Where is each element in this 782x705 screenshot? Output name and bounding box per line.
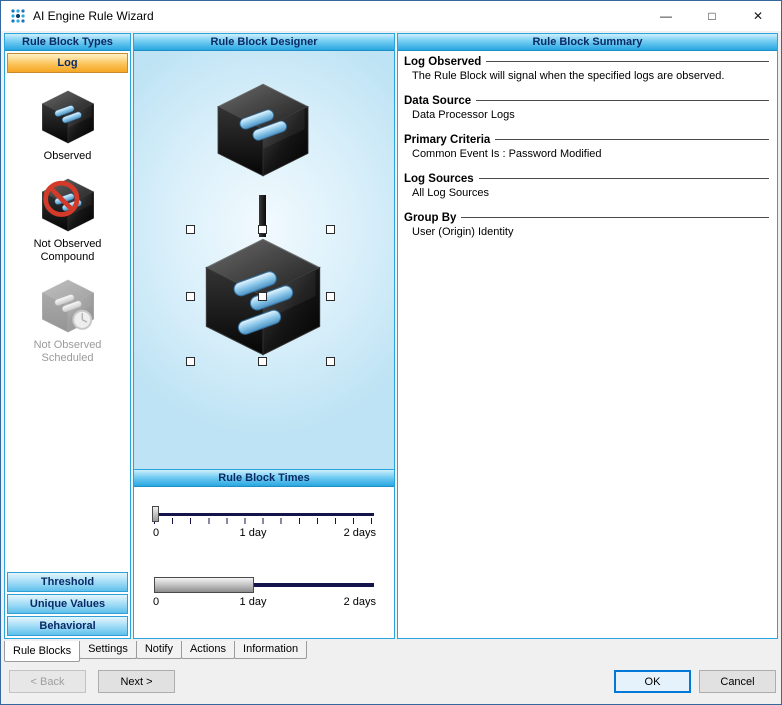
slider-labels: 0 1 day 2 days (154, 527, 374, 541)
category-behavioral-button[interactable]: Behavioral (7, 616, 128, 636)
type-label-observed: Observed (22, 150, 114, 163)
not-observed-compound-icon (39, 176, 97, 234)
summary-content: Log Observed The Rule Block will signal … (398, 51, 777, 251)
selection-handle[interactable] (258, 225, 267, 234)
summary-section-text: The Rule Block will signal when the spec… (412, 70, 769, 82)
rule-block-summary-header: Rule Block Summary (398, 34, 777, 51)
summary-section-primary-criteria: Primary Criteria Common Event Is : Passw… (404, 134, 769, 160)
type-label-not-observed-compound: Not Observed Compound (22, 238, 114, 264)
wizard-tabstrip: Rule Blocks Settings Notify Actions Info… (1, 641, 781, 663)
summary-section-log-observed: Log Observed The Rule Block will signal … (404, 56, 769, 82)
summary-section-title: Data Source (404, 95, 471, 107)
type-label-not-observed-scheduled: Not Observed Scheduled (22, 339, 114, 365)
range-label-2days: 2 days (344, 596, 376, 608)
time-range-slider[interactable]: 0 1 day 2 days (154, 577, 374, 610)
selection-handle[interactable] (186, 225, 195, 234)
app-logo-icon (10, 8, 26, 24)
type-item-observed[interactable]: Observed (5, 88, 130, 163)
selection-handle[interactable] (326, 292, 335, 301)
summary-section-title: Group By (404, 212, 456, 224)
summary-section-title: Log Observed (404, 56, 481, 68)
selection-handle[interactable] (186, 357, 195, 366)
slider-thumb[interactable] (152, 506, 159, 522)
not-observed-scheduled-icon (39, 277, 97, 335)
window-controls: — □ ✕ (643, 1, 781, 31)
range-slider-labels: 0 1 day 2 days (154, 596, 374, 610)
summary-section-text: Common Event Is : Password Modified (412, 148, 769, 160)
rule-block-designer-header: Rule Block Designer (134, 34, 394, 51)
range-slider-track[interactable] (154, 577, 374, 593)
section-divider (479, 178, 769, 180)
selection-handle[interactable] (258, 357, 267, 366)
window-title: AI Engine Rule Wizard (33, 9, 154, 23)
slider-label-0: 0 (153, 527, 159, 539)
selection-handle[interactable] (326, 357, 335, 366)
designer-cube-observed[interactable] (213, 79, 313, 181)
summary-section-data-source: Data Source Data Processor Logs (404, 95, 769, 121)
category-unique-values-button[interactable]: Unique Values (7, 594, 128, 614)
rule-block-designer-panel: Rule Block Designer (133, 33, 395, 639)
section-divider (486, 61, 769, 63)
tab-rule-blocks[interactable]: Rule Blocks (4, 641, 80, 662)
rule-block-summary-panel: Rule Block Summary Log Observed The Rule… (397, 33, 778, 639)
summary-section-text: Data Processor Logs (412, 109, 769, 121)
range-slider-bar[interactable] (154, 577, 254, 593)
section-divider (495, 139, 769, 141)
rule-blocks-tab-page: Rule Block Types Log Observed Not Observ… (1, 31, 781, 641)
rule-block-types-panel: Rule Block Types Log Observed Not Observ… (4, 33, 131, 639)
cancel-button[interactable]: Cancel (699, 670, 776, 693)
section-divider (476, 100, 769, 102)
ai-engine-rule-wizard-window: AI Engine Rule Wizard — □ ✕ Rule Block T… (0, 0, 782, 705)
ok-button[interactable]: OK (614, 670, 691, 693)
rule-block-times-header: Rule Block Times (134, 470, 394, 487)
observed-cube-icon (39, 88, 97, 146)
tab-actions[interactable]: Actions (181, 641, 235, 659)
title-bar: AI Engine Rule Wizard — □ ✕ (1, 1, 781, 31)
next-button[interactable]: Next > (98, 670, 175, 693)
slider-track[interactable] (154, 513, 374, 516)
tab-settings[interactable]: Settings (79, 641, 137, 659)
tab-notify[interactable]: Notify (136, 641, 182, 659)
footer-bar: < Back Next > OK Cancel (1, 663, 781, 704)
summary-section-log-sources: Log Sources All Log Sources (404, 173, 769, 199)
tab-information[interactable]: Information (234, 641, 307, 659)
range-label-0: 0 (153, 596, 159, 608)
section-divider (461, 217, 769, 219)
type-item-not-observed-scheduled[interactable]: Not Observed Scheduled (5, 277, 130, 365)
selection-handle[interactable] (186, 292, 195, 301)
designer-canvas[interactable] (134, 51, 394, 470)
slider-ticks (154, 518, 374, 524)
type-item-not-observed-compound[interactable]: Not Observed Compound (5, 176, 130, 264)
minimize-icon[interactable]: — (643, 1, 689, 31)
category-threshold-button[interactable]: Threshold (7, 572, 128, 592)
maximize-icon[interactable]: □ (689, 1, 735, 31)
rule-block-times-area: 0 1 day 2 days 0 1 day 2 days (134, 487, 394, 638)
range-label-1day: 1 day (240, 596, 267, 608)
selection-handle[interactable] (258, 292, 267, 301)
summary-section-title: Primary Criteria (404, 134, 490, 146)
summary-section-group-by: Group By User (Origin) Identity (404, 212, 769, 238)
back-button[interactable]: < Back (9, 670, 86, 693)
summary-section-text: All Log Sources (412, 187, 769, 199)
close-icon[interactable]: ✕ (735, 1, 781, 31)
rule-block-types-header: Rule Block Types (5, 34, 130, 51)
left-panel-spacer (5, 365, 130, 571)
summary-section-text: User (Origin) Identity (412, 226, 769, 238)
category-log-button[interactable]: Log (7, 53, 128, 73)
slider-label-2days: 2 days (344, 527, 376, 539)
observed-time-slider[interactable]: 0 1 day 2 days (154, 513, 374, 541)
slider-label-1day: 1 day (240, 527, 267, 539)
summary-section-title: Log Sources (404, 173, 474, 185)
selection-handle[interactable] (326, 225, 335, 234)
